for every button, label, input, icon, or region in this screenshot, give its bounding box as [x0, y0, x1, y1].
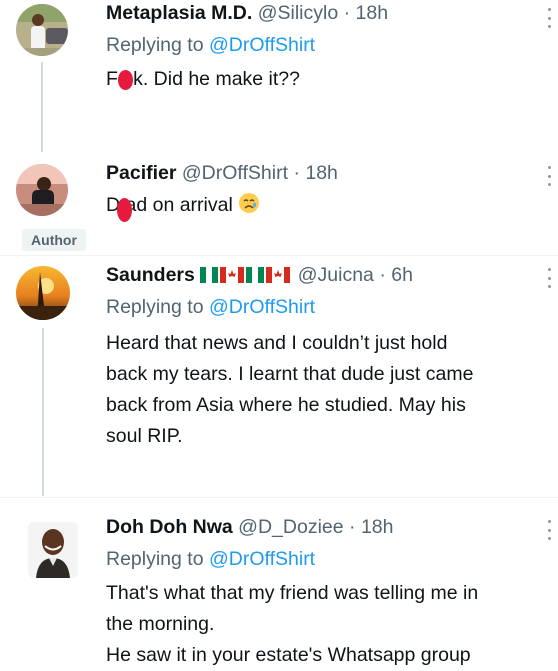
canada-flag [266, 267, 291, 283]
tweet-header: Metaplasia M.D. @Silicylo · 18h [106, 2, 388, 25]
nigeria-flag [200, 267, 219, 283]
author-badge: Author [22, 229, 86, 251]
replying-to: Replying to @DrOffShirt [106, 34, 315, 57]
avatar[interactable] [28, 522, 78, 578]
user-handle[interactable]: @Juicna [298, 264, 374, 286]
avatar[interactable] [16, 4, 68, 56]
avatar[interactable] [16, 266, 70, 320]
timestamp[interactable]: 6h [391, 264, 413, 286]
mention-link[interactable]: @DrOffShirt [209, 548, 315, 570]
censor-mark [117, 198, 132, 222]
display-name[interactable]: Pacifier [106, 162, 176, 184]
display-name[interactable]: Saunders [106, 264, 195, 286]
mention-link[interactable]: @DrOffShirt [209, 34, 315, 56]
canada-flag [220, 267, 245, 283]
display-name[interactable]: Doh Doh Nwa [106, 516, 233, 538]
more-options-icon[interactable] [544, 520, 554, 540]
user-handle[interactable]: @Silicylo [258, 2, 338, 24]
mention-link[interactable]: @DrOffShirt [209, 296, 315, 318]
separator: · [379, 264, 386, 286]
avatar[interactable] [16, 164, 68, 216]
thread-line [41, 62, 43, 152]
user-handle[interactable]: @D_Doziee [238, 516, 343, 538]
user-handle[interactable]: @DrOffShirt [182, 162, 288, 184]
tweet-dohdohnwa[interactable]: Doh Doh Nwa @D_Doziee · 18h Replying to … [0, 498, 558, 667]
display-name[interactable]: Metaplasia M.D. [106, 2, 252, 24]
tweet-text: D ad on arrival [106, 190, 551, 224]
replying-to: Replying to @DrOffShirt [106, 296, 315, 319]
replying-to: Replying to @DrOffShirt [106, 548, 315, 571]
tweet-text: F ck. Did he make it?? [106, 68, 300, 90]
more-options-icon[interactable] [544, 8, 554, 28]
separator: · [343, 2, 351, 24]
thread-line [42, 328, 44, 496]
tweet-text: Heard that news and I couldn’t just hold… [106, 332, 474, 447]
tweet-saunders[interactable]: Saunders @Juicna · 6h Replying to @DrOff… [0, 256, 558, 496]
tweet-text: That's what that my friend was telling m… [106, 582, 479, 666]
tweet-header: Pacifier @DrOffShirt · 18h [106, 162, 338, 185]
replying-to-label: Replying to [106, 548, 204, 570]
tweet-header: Doh Doh Nwa @D_Doziee · 18h [106, 516, 393, 539]
separator: · [349, 516, 356, 538]
nigeria-flag [246, 267, 265, 283]
tweet-header: Saunders @Juicna · 6h [106, 264, 413, 287]
censor-mark [118, 70, 133, 90]
timestamp[interactable]: 18h [356, 2, 389, 24]
timestamp[interactable]: 18h [361, 516, 394, 538]
sad-face-emoji [238, 192, 260, 224]
replying-to-label: Replying to [106, 296, 204, 318]
replying-to-label: Replying to [106, 34, 204, 56]
more-options-icon[interactable] [544, 166, 554, 186]
tweet-metaplasia[interactable]: Metaplasia M.D. @Silicylo · 18h Replying… [0, 0, 558, 152]
more-options-icon[interactable] [544, 268, 554, 288]
flags [200, 264, 297, 286]
separator: · [293, 162, 300, 184]
timestamp[interactable]: 18h [305, 162, 338, 184]
